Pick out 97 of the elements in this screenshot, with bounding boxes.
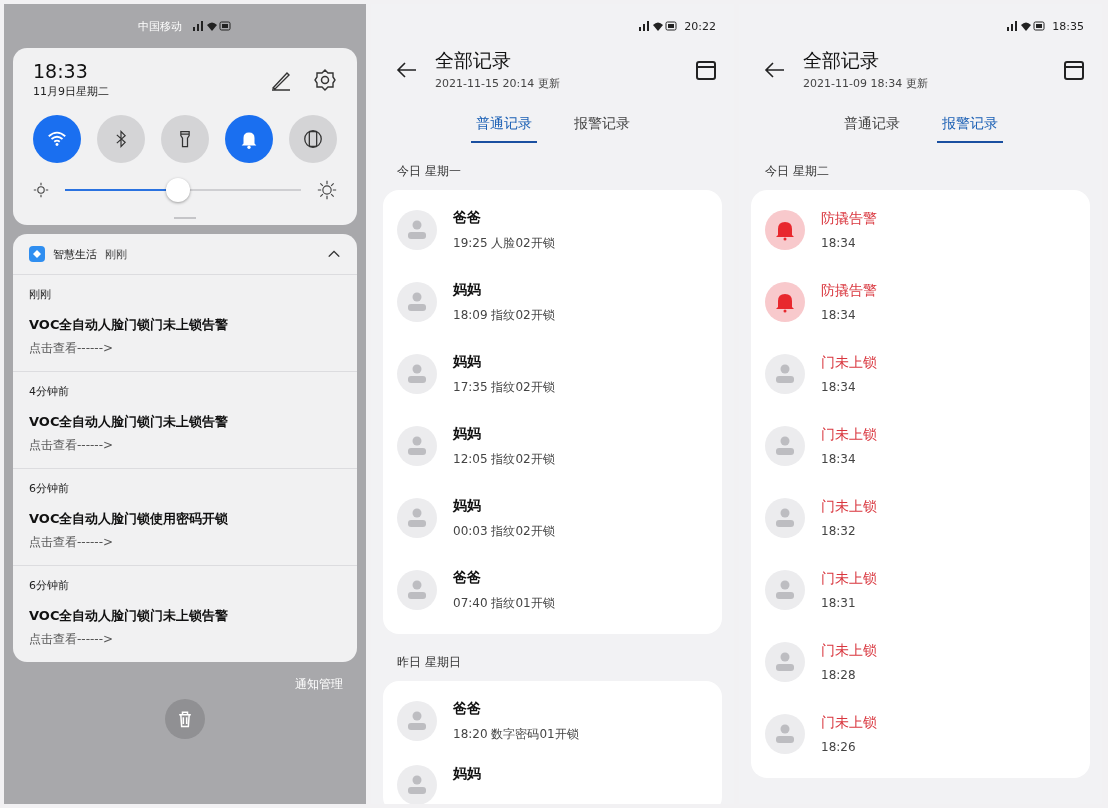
record-detail: 18:34	[821, 308, 857, 322]
bluetooth-toggle[interactable]	[97, 115, 145, 163]
status-time: 18:35	[1052, 19, 1084, 33]
notification-time: 6分钟前	[29, 578, 70, 593]
alarm-bell-icon	[765, 282, 805, 322]
updated-time: 2021-11-15 20:14 更新	[435, 76, 561, 91]
notification-link[interactable]: 点击查看------>	[29, 340, 341, 357]
record-title: 门未上锁	[821, 714, 877, 732]
carrier-name: 中国移动	[138, 18, 182, 34]
notification-link[interactable]: 点击查看------>	[29, 631, 341, 648]
record-title: 门未上锁	[821, 426, 877, 444]
page-title: 全部记录	[435, 48, 512, 73]
record-title: 防撬告警	[821, 210, 877, 228]
avatar-icon	[397, 426, 437, 466]
avatar-icon	[765, 714, 805, 754]
avatar-icon	[397, 701, 437, 741]
notification-item[interactable]: 6分钟前 VOC全自动人脸门锁门未上锁告警 点击查看------>	[13, 566, 357, 662]
notification-title: VOC全自动人脸门锁门未上锁告警	[29, 413, 230, 431]
app-name: 智慧生活	[53, 246, 97, 262]
tab[interactable]: 普通记录	[470, 111, 537, 143]
record-detail: 18:09 指纹02开锁	[453, 306, 555, 324]
notification-title: VOC全自动人脸门锁使用密码开锁	[29, 510, 230, 528]
notification-link[interactable]: 点击查看------>	[29, 437, 341, 454]
record-detail: 18:28	[821, 668, 857, 682]
record-title: 妈妈	[453, 765, 481, 783]
record-detail: 07:40 指纹01开锁	[453, 594, 555, 612]
notification-item[interactable]: 刚刚 VOC全自动人脸门锁门未上锁告警 点击查看------>	[13, 275, 357, 372]
record-detail: 19:25 人脸02开锁	[453, 234, 555, 252]
section-label: 今日 星期二	[764, 163, 830, 180]
record-detail: 00:03 指纹02开锁	[453, 522, 555, 540]
clear-all-button[interactable]	[165, 699, 205, 739]
avatar-icon	[397, 570, 437, 610]
record-title: 爸爸	[453, 699, 482, 718]
notification-title: VOC全自动人脸门锁门未上锁告警	[29, 316, 230, 334]
notification-time: 6分钟前	[29, 481, 70, 496]
avatar-icon	[397, 765, 437, 804]
wifi-toggle[interactable]	[33, 115, 81, 163]
status-icons	[192, 20, 232, 32]
status-icons	[638, 20, 679, 32]
status-icons	[1006, 20, 1047, 32]
record-title: 门未上锁	[821, 354, 877, 372]
avatar-icon	[397, 282, 437, 322]
record-detail: 18:20 数字密码01开锁	[453, 725, 579, 743]
page-title: 全部记录	[803, 48, 880, 73]
record-detail: 17:35 指纹02开锁	[453, 378, 555, 396]
avatar-icon	[765, 570, 805, 610]
notification-time: 刚刚	[105, 246, 128, 262]
tab[interactable]: 报警记录	[568, 111, 635, 143]
section-label: 昨日 星期日	[396, 654, 462, 671]
notification-item[interactable]: 4分钟前 VOC全自动人脸门锁门未上锁告警 点击查看------>	[13, 372, 357, 469]
status-time: 20:22	[684, 19, 716, 33]
record-detail: 18:34	[821, 236, 857, 250]
avatar-icon	[397, 498, 437, 538]
record-detail: 12:05 指纹02开锁	[453, 450, 555, 468]
avatar-icon	[397, 210, 437, 250]
record-title: 门未上锁	[821, 498, 877, 516]
record-detail: 18:26	[821, 740, 857, 754]
tab[interactable]: 普通记录	[838, 111, 905, 143]
record-title: 爸爸	[453, 568, 482, 587]
flashlight-toggle[interactable]	[161, 115, 209, 163]
record-detail: 18:34	[821, 380, 857, 394]
tab[interactable]: 报警记录	[936, 111, 1003, 143]
section-label: 今日 星期一	[396, 163, 462, 180]
bell-toggle[interactable]	[225, 115, 273, 163]
record-detail: 18:32	[821, 524, 857, 538]
record-title: 妈妈	[453, 496, 482, 515]
record-detail: 18:31	[821, 596, 857, 610]
notification-time: 4分钟前	[29, 384, 70, 399]
record-title: 门未上锁	[821, 570, 877, 588]
drag-handle[interactable]	[174, 217, 196, 219]
notification-title: VOC全自动人脸门锁门未上锁告警	[29, 607, 230, 625]
notification-link[interactable]: 点击查看------>	[29, 534, 341, 551]
updated-time: 2021-11-09 18:34 更新	[803, 76, 929, 91]
avatar-icon	[765, 426, 805, 466]
avatar-icon	[765, 642, 805, 682]
date-text: 11月9日星期二	[33, 84, 110, 99]
record-title: 防撬告警	[821, 282, 877, 300]
app-icon	[29, 246, 45, 262]
record-detail: 18:34	[821, 452, 857, 466]
avatar-icon	[765, 354, 805, 394]
record-title: 妈妈	[453, 280, 482, 299]
notification-time: 刚刚	[29, 287, 52, 302]
record-title: 妈妈	[453, 424, 482, 443]
clock-time: 18:33	[33, 60, 89, 82]
notification-item[interactable]: 6分钟前 VOC全自动人脸门锁使用密码开锁 点击查看------>	[13, 469, 357, 566]
avatar-icon	[765, 498, 805, 538]
record-title: 妈妈	[453, 352, 482, 371]
record-title: 门未上锁	[821, 642, 877, 660]
rotate-icon	[302, 128, 324, 150]
brightness-low-icon	[33, 182, 49, 198]
brightness-high-icon	[317, 180, 337, 200]
settings-icon[interactable]	[313, 67, 337, 92]
alarm-bell-icon	[765, 210, 805, 250]
avatar-icon	[397, 354, 437, 394]
slider-thumb[interactable]	[166, 178, 191, 202]
record-title: 爸爸	[453, 208, 482, 227]
rotate-toggle[interactable]	[289, 115, 337, 163]
